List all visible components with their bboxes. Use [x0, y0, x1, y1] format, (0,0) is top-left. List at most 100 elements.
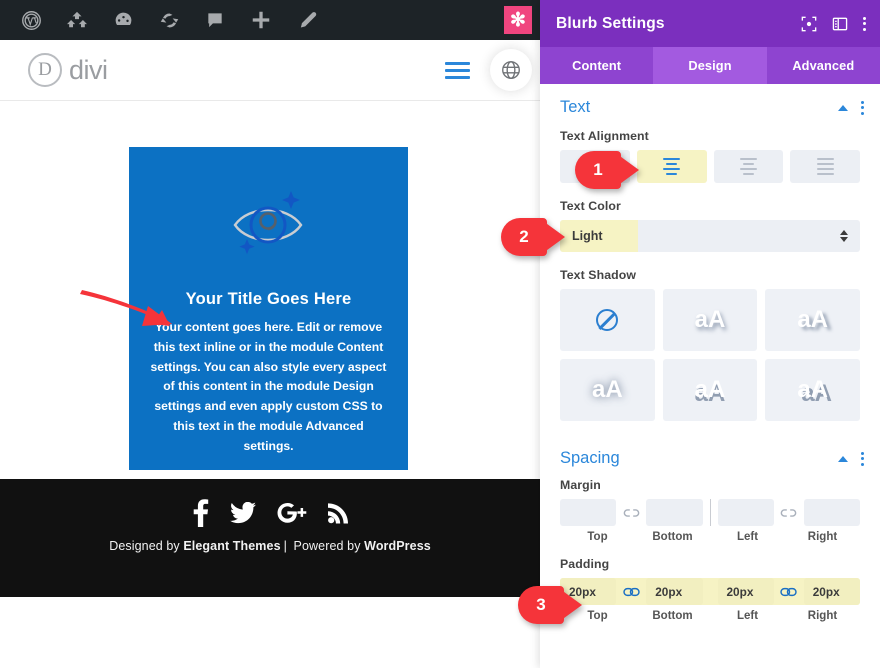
google-plus-icon[interactable] — [277, 502, 307, 524]
panel-title: Blurb Settings — [556, 14, 665, 32]
padding-link-linked-icon[interactable] — [774, 586, 804, 598]
margin-field: Margin Top Bottom Left Right — [540, 478, 880, 543]
wordpress-admin-bar: ✻ — [0, 0, 540, 40]
screenshot-root: ✻ D divi Your Title Goes Here Your conte… — [0, 0, 880, 668]
text-alignment-justify-button[interactable] — [790, 150, 860, 183]
text-section-title: Text — [560, 98, 591, 116]
blurb-body-text[interactable]: Your content goes here. Edit or remove t… — [149, 318, 388, 456]
text-shadow-field: Text Shadow aA aA aA aA aA — [540, 268, 880, 421]
red-pointer-arrow — [78, 288, 178, 337]
sparkle-eye-icon — [223, 185, 315, 268]
annotation-marker-2-body: 2 — [501, 218, 547, 256]
site-nav — [445, 49, 532, 91]
focus-target-icon[interactable] — [801, 16, 817, 32]
text-color-label: Text Color — [560, 199, 621, 213]
text-shadow-hard-diagonal-option[interactable]: aA — [765, 359, 860, 421]
text-color-field: Text Color Light — [540, 199, 880, 252]
site-header: D divi — [0, 40, 540, 101]
padding-right-input[interactable]: 20px — [803, 578, 860, 605]
spacing-section-title: Spacing — [560, 449, 620, 467]
margin-top-bottom-pair — [560, 499, 703, 526]
spacing-divider — [709, 499, 711, 526]
padding-link-linked-icon[interactable] — [616, 586, 646, 598]
text-section-actions — [838, 100, 864, 115]
margin-left-input[interactable] — [717, 499, 774, 526]
text-shadow-soft-right-option[interactable]: aA — [765, 289, 860, 351]
text-shadow-soft-down-option[interactable]: aA — [662, 289, 758, 351]
dashboard-speed-icon[interactable] — [100, 0, 146, 40]
margin-top-label: Top — [587, 531, 608, 543]
annotation-marker-1: 1 — [575, 151, 639, 189]
margin-link-unlinked-icon[interactable] — [774, 507, 804, 519]
edit-pencil-icon[interactable] — [284, 0, 330, 40]
footer-credit: Designed by Elegant Themes | Powered by W… — [109, 539, 431, 553]
margin-inputs-row — [560, 499, 860, 526]
margin-bottom-label: Bottom — [652, 531, 693, 543]
admin-bar-right: ✻ — [504, 6, 540, 34]
tab-content[interactable]: Content — [540, 47, 653, 84]
text-color-value: Light — [572, 229, 603, 243]
text-shadow-glow-option[interactable]: aA — [560, 359, 655, 421]
more-vertical-icon[interactable] — [861, 100, 864, 115]
tab-advanced[interactable]: Advanced — [767, 47, 880, 84]
padding-left-label: Left — [736, 610, 759, 622]
site-logo[interactable]: D divi — [28, 53, 108, 87]
site-home-icon[interactable] — [54, 0, 100, 40]
site-footer: Designed by Elegant Themes | Powered by W… — [0, 479, 540, 597]
select-stepper-icon[interactable] — [840, 230, 860, 242]
padding-inputs-row: 20px 20px 20px 20px — [560, 578, 860, 605]
credit-separator: | — [283, 539, 287, 553]
text-shadow-hard-down-option[interactable]: aA — [662, 359, 758, 421]
below-footer-space — [0, 597, 540, 668]
spacing-section-header[interactable]: Spacing — [540, 435, 880, 476]
chevron-up-icon[interactable] — [838, 104, 848, 111]
margin-right-label: Right — [807, 531, 838, 543]
padding-left-input[interactable]: 20px — [717, 578, 774, 605]
margin-labels-row: Top Bottom Left Right — [560, 531, 860, 543]
margin-link-unlinked-icon[interactable] — [616, 507, 646, 519]
footer-social-row — [193, 499, 348, 527]
more-vertical-icon[interactable] — [861, 451, 864, 466]
margin-right-input[interactable] — [803, 499, 860, 526]
divi-badge-icon[interactable]: ✻ — [504, 6, 532, 34]
facebook-icon[interactable] — [193, 499, 209, 527]
annotation-marker-3-body: 3 — [518, 586, 564, 624]
text-shadow-label: Text Shadow — [560, 268, 637, 282]
credit-brand[interactable]: Elegant Themes — [183, 539, 280, 553]
text-color-select[interactable]: Light — [560, 220, 860, 252]
text-shadow-none-option[interactable] — [560, 289, 655, 351]
padding-bottom-input[interactable]: 20px — [646, 578, 703, 605]
text-section-header[interactable]: Text — [540, 84, 880, 125]
padding-labels-row: Top Bottom Left Right — [560, 610, 860, 622]
panel-header: Blurb Settings — [540, 0, 880, 47]
admin-bar-items — [0, 0, 330, 40]
new-plus-icon[interactable] — [238, 0, 284, 40]
update-refresh-icon[interactable] — [146, 0, 192, 40]
tab-design[interactable]: Design — [653, 47, 767, 84]
chevron-up-icon[interactable] — [838, 455, 848, 462]
divi-logo-mark: D — [28, 53, 62, 87]
comment-bubble-icon[interactable] — [192, 0, 238, 40]
margin-bottom-input[interactable] — [646, 499, 703, 526]
more-vertical-icon[interactable] — [863, 16, 866, 31]
rss-icon[interactable] — [327, 502, 348, 524]
hamburger-menu-icon[interactable] — [445, 61, 470, 79]
panel-layout-icon[interactable] — [832, 16, 848, 32]
padding-right-label: Right — [807, 610, 838, 622]
wordpress-logo-icon[interactable] — [8, 0, 54, 40]
divi-logo-text: divi — [69, 54, 108, 85]
margin-label: Margin — [560, 478, 601, 492]
globe-icon[interactable] — [490, 49, 532, 91]
panel-tabs: Content Design Advanced — [540, 47, 880, 84]
padding-label: Padding — [560, 557, 610, 571]
blurb-title[interactable]: Your Title Goes Here — [186, 290, 352, 309]
text-alignment-right-button[interactable] — [713, 150, 784, 183]
credit-middle: Powered by — [289, 539, 365, 553]
credit-platform[interactable]: WordPress — [364, 539, 431, 553]
twitter-icon[interactable] — [229, 502, 256, 524]
text-alignment-center-button[interactable] — [636, 150, 707, 183]
padding-left-right-pair: 20px 20px — [717, 578, 860, 605]
margin-top-input[interactable] — [560, 499, 617, 526]
text-shadow-grid: aA aA aA aA aA — [560, 289, 860, 421]
panel-header-actions — [801, 16, 866, 32]
